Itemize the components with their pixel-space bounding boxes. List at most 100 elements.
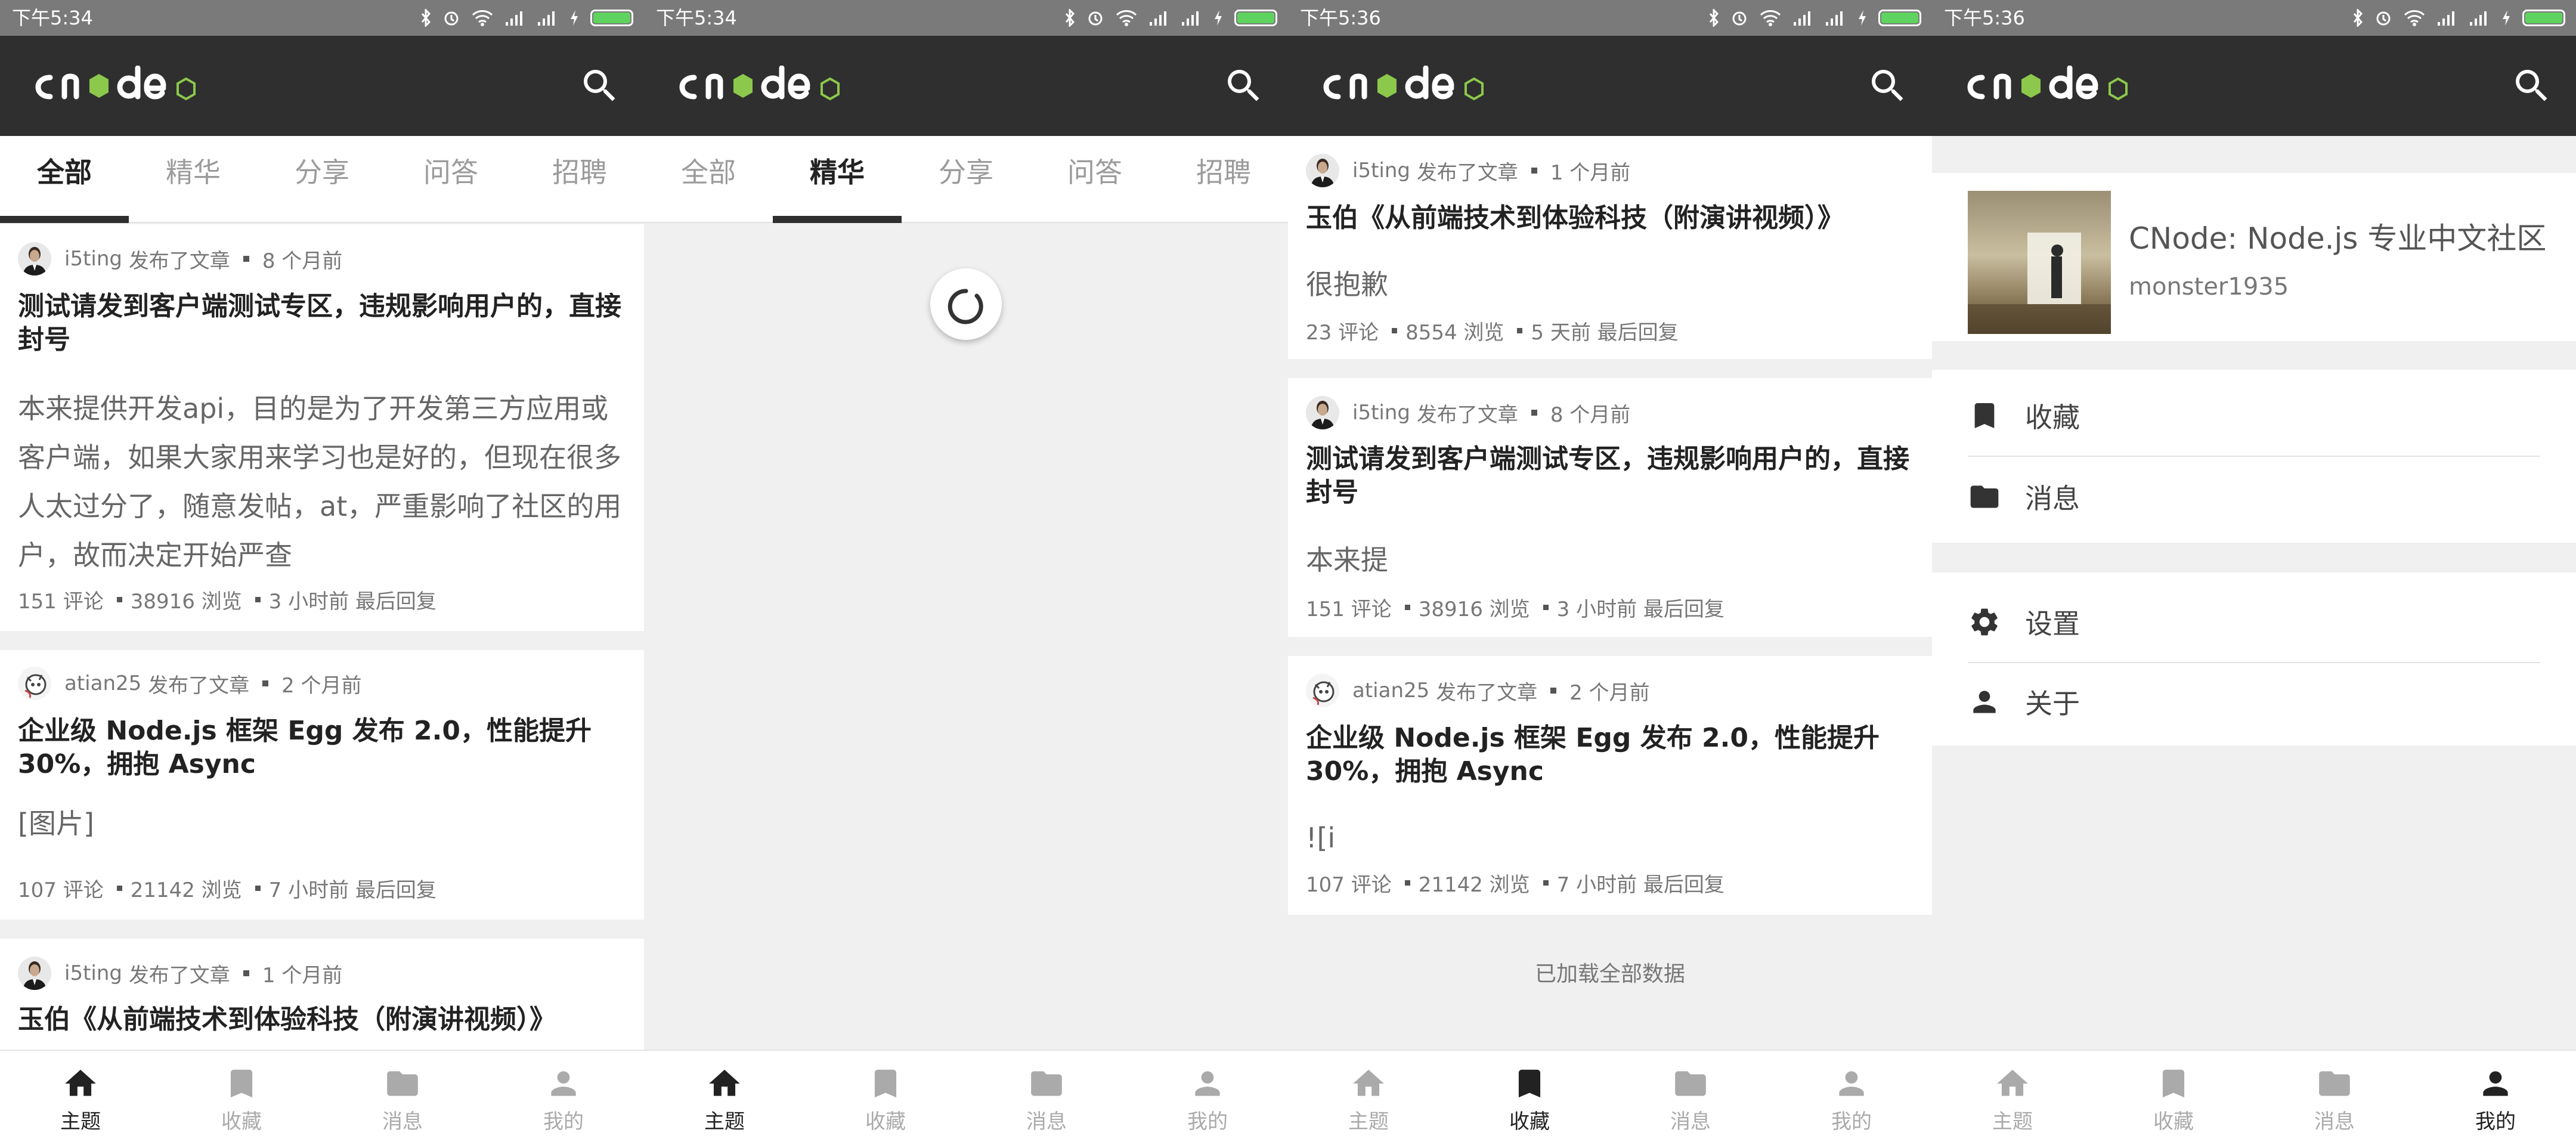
tab-share[interactable]: 分享 [902, 136, 1030, 223]
profile-card[interactable]: CNode: Node.js 专业中文社区 monster1935 [1932, 173, 2576, 341]
signal-icon [506, 11, 522, 26]
nav-topics[interactable]: 主题 [0, 1051, 161, 1145]
topic-title[interactable]: 企业级 Node.js 框架 Egg 发布 2.0，性能提升 30%，拥抱 As… [1306, 722, 1911, 788]
nav-messages[interactable]: 消息 [322, 1051, 483, 1145]
tab-all[interactable]: 全部 [0, 136, 129, 223]
tab-ask[interactable]: 问答 [386, 136, 515, 223]
nav-messages[interactable]: 消息 [2254, 1051, 2415, 1145]
status-time: 下午5:34 [12, 7, 93, 29]
person-icon [1189, 1065, 1226, 1102]
tab-all[interactable]: 全部 [644, 136, 773, 223]
topic-card[interactable]: i5ting 发布了文章 8 个月前 测试请发到客户端测试专区，违规影响用户的，… [1288, 378, 1932, 637]
view-count: 8554 浏览 [1405, 321, 1504, 345]
person-icon [1968, 685, 2001, 719]
avatar[interactable] [1306, 154, 1339, 187]
nav-collect[interactable]: 收藏 [2093, 1051, 2254, 1145]
profile-avatar[interactable] [1968, 191, 2111, 334]
nav-topics[interactable]: 主题 [1288, 1051, 1449, 1145]
comment-count: 107 评论 [1306, 873, 1392, 897]
nav-label: 我的 [1831, 1110, 1872, 1134]
nav-label: 收藏 [1509, 1110, 1550, 1134]
nav-topics[interactable]: 主题 [1932, 1051, 2093, 1145]
topic-card[interactable]: i5ting 发布了文章 1 个月前 玉伯《从前端技术到体验科技（附演讲视频）》… [1288, 136, 1932, 359]
topic-excerpt: 很抱歉 [1306, 268, 1388, 301]
topic-title[interactable]: 玉伯《从前端技术到体验科技（附演讲视频）》 [1306, 202, 1911, 235]
battery-icon [590, 10, 633, 26]
avatar[interactable] [18, 242, 51, 276]
search-icon[interactable] [2510, 64, 2553, 107]
battery-icon [1234, 10, 1277, 26]
avatar[interactable] [18, 957, 51, 990]
nav-label: 消息 [382, 1110, 423, 1134]
view-count: 21142 浏览 [1418, 873, 1530, 897]
nav-topics[interactable]: 主题 [644, 1051, 805, 1145]
cnode-logo [33, 66, 224, 107]
nav-collect[interactable]: 收藏 [805, 1051, 966, 1145]
app-bar [1288, 36, 1932, 136]
topic-tabs: 全部 精华 分享 问答 招聘 [644, 136, 1288, 223]
menu-label: 关于 [2025, 688, 2080, 720]
signal-icon-2 [1826, 11, 1843, 26]
avatar[interactable] [1306, 396, 1339, 429]
topic-author: i5ting [64, 961, 122, 985]
tab-ask[interactable]: 问答 [1030, 136, 1159, 223]
nav-label: 我的 [543, 1110, 584, 1134]
topic-card[interactable]: atian25 发布了文章 2 个月前 企业级 Node.js 框架 Egg 发… [0, 650, 644, 920]
topic-title[interactable]: 企业级 Node.js 框架 Egg 发布 2.0，性能提升 30%，拥抱 As… [18, 714, 623, 781]
wifi-icon [2404, 10, 2425, 26]
tab-good[interactable]: 精华 [129, 136, 258, 223]
username: monster1935 [2129, 273, 2289, 301]
nav-messages[interactable]: 消息 [1610, 1051, 1771, 1145]
nav-messages[interactable]: 消息 [966, 1051, 1127, 1145]
topic-meta: i5ting 发布了文章 1 个月前 [1306, 154, 1630, 187]
menu-group-2: 设置 关于 [1932, 572, 2576, 745]
search-icon[interactable] [1222, 64, 1265, 107]
topic-stats: 107 评论 21142 浏览 7 小时前 最后回复 [18, 874, 436, 903]
topic-card[interactable]: atian25 发布了文章 2 个月前 企业级 Node.js 框架 Egg 发… [1288, 656, 1932, 915]
view-count: 38916 浏览 [130, 590, 242, 614]
search-icon[interactable] [1866, 64, 1909, 107]
menu-item-settings[interactable]: 设置 [1968, 582, 2540, 662]
avatar[interactable] [1306, 674, 1339, 707]
topic-author: atian25 [64, 671, 142, 695]
person-icon [545, 1065, 582, 1102]
nav-me[interactable]: 我的 [483, 1051, 644, 1145]
alarm-icon [1088, 11, 1103, 26]
topic-stats: 151 评论 38916 浏览 3 小时前 最后回复 [1306, 593, 1724, 622]
nav-label: 我的 [2475, 1110, 2516, 1134]
tab-job[interactable]: 招聘 [1159, 136, 1288, 223]
topic-title[interactable]: 测试请发到客户端测试专区，违规影响用户的，直接封号 [18, 290, 623, 357]
charging-icon [1215, 10, 1222, 26]
topic-stats: 23 评论 8554 浏览 5 天前 最后回复 [1306, 316, 1679, 345]
nav-label: 消息 [1670, 1110, 1711, 1134]
nav-collect[interactable]: 收藏 [161, 1051, 322, 1145]
topic-action: 发布了文章 [1436, 680, 1538, 705]
tab-job[interactable]: 招聘 [515, 136, 644, 223]
topic-card[interactable]: i5ting 发布了文章 8 个月前 测试请发到客户端测试专区，违规影响用户的，… [0, 224, 644, 631]
menu-item-about[interactable]: 关于 [1968, 662, 2540, 742]
avatar[interactable] [18, 667, 51, 700]
topic-action: 发布了文章 [1416, 403, 1518, 427]
menu-item-collect[interactable]: 收藏 [1968, 376, 2540, 456]
nav-me[interactable]: 我的 [1127, 1051, 1288, 1145]
wifi-icon [1116, 10, 1137, 26]
folder-icon [384, 1065, 421, 1102]
tab-indicator [0, 216, 129, 223]
menu-item-messages[interactable]: 消息 [1968, 457, 2540, 537]
topic-title[interactable]: 测试请发到客户端测试专区，违规影响用户的，直接封号 [1306, 442, 1911, 509]
status-bar: 下午5:36 [1288, 0, 1932, 36]
tab-good[interactable]: 精华 [773, 136, 902, 223]
comment-count: 151 评论 [1306, 598, 1392, 621]
nav-collect[interactable]: 收藏 [1449, 1051, 1610, 1145]
tab-share[interactable]: 分享 [258, 136, 386, 223]
topic-title[interactable]: 玉伯《从前端技术到体验科技（附演讲视频）》 [18, 1003, 623, 1036]
nav-me[interactable]: 我的 [2415, 1051, 2576, 1145]
nav-me[interactable]: 我的 [1771, 1051, 1932, 1145]
nav-label: 主题 [704, 1110, 745, 1134]
search-icon[interactable] [578, 64, 621, 107]
status-time: 下午5:36 [1300, 7, 1381, 29]
topic-card[interactable]: i5ting 发布了文章 1 个月前 玉伯《从前端技术到体验科技（附演讲视频）》 [0, 939, 644, 1058]
topic-author: i5ting [64, 247, 122, 271]
screen-home-all: 下午5:34 全部 精华 分享 问答 招聘 i5ting 发布了文章 8 个月前… [0, 0, 644, 1145]
nav-label: 主题 [1348, 1110, 1389, 1134]
